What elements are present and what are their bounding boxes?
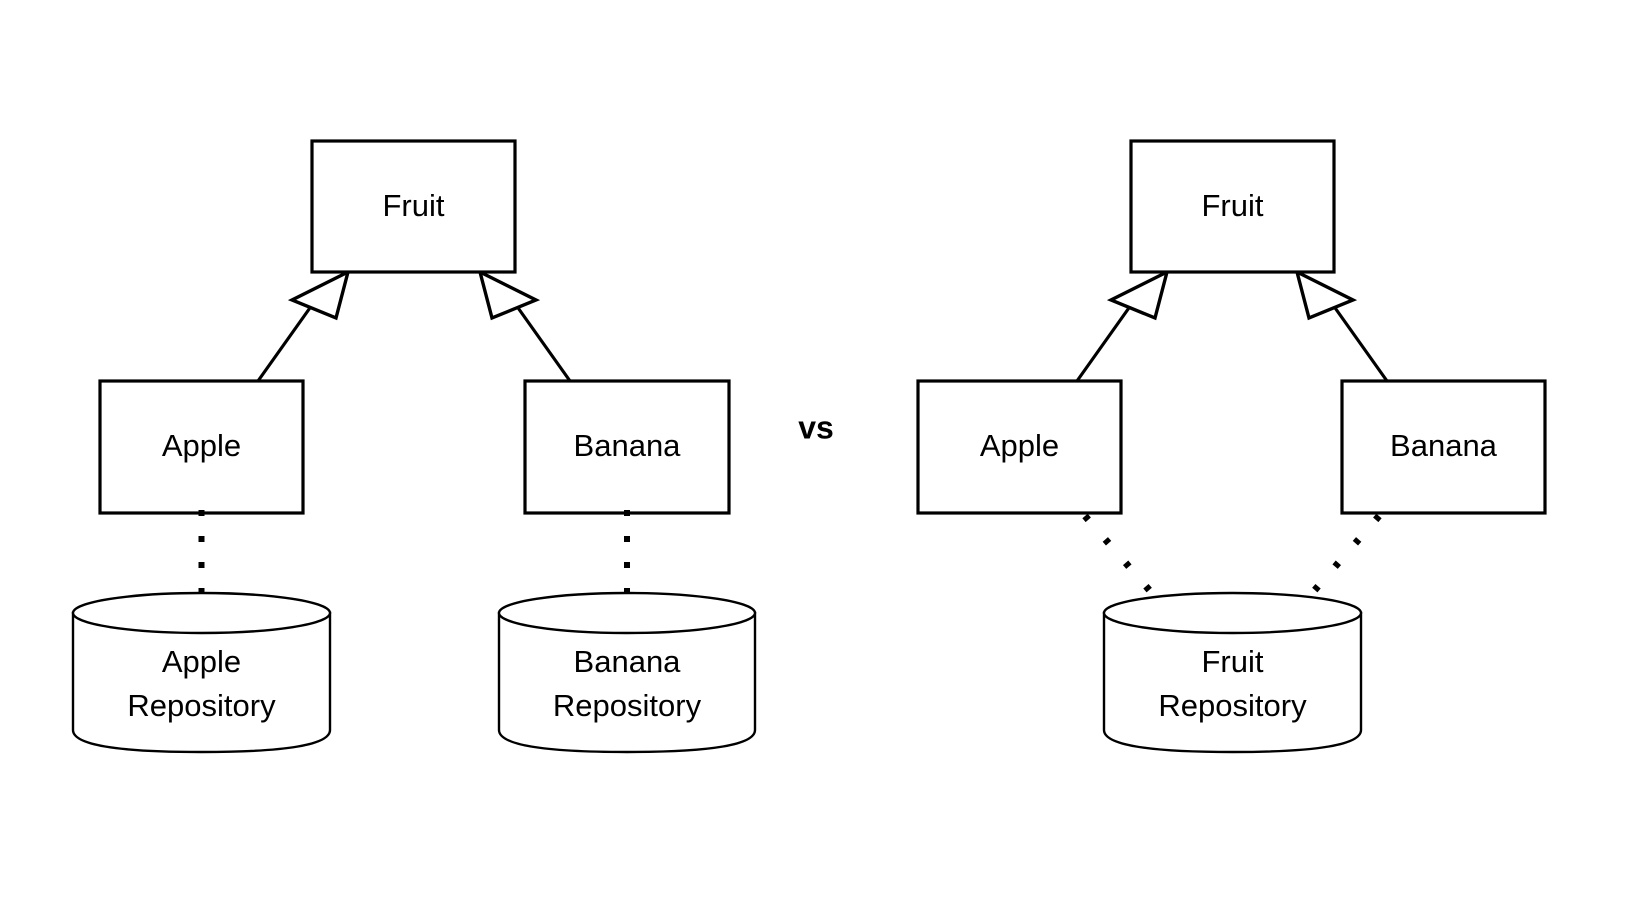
left-cylinder-top-banana [497, 591, 757, 635]
right-diagram-group: Fruit Apple Banana Fruit Repository [916, 139, 1547, 754]
left-generalization-arrowhead-banana [477, 268, 541, 321]
uml-diagram: Fruit Apple Banana Apple Repository Bana… [71, 139, 1547, 754]
right-class-label-banana: Banana [1390, 428, 1498, 463]
left-generalization-line-banana [514, 304, 572, 382]
right-generalization-arrowhead-apple [1106, 268, 1170, 321]
right-generalization-arrowhead-banana [1294, 268, 1358, 321]
left-cylinder-top-apple [71, 591, 332, 635]
right-class-label-fruit: Fruit [1202, 188, 1264, 223]
left-repository-label-banana-line1: Banana [574, 644, 682, 679]
right-generalization-line-banana [1331, 304, 1389, 382]
left-repository-label-banana-line2: Repository [553, 688, 702, 723]
versus-separator-label: vs [798, 409, 834, 445]
left-generalization-arrowhead-apple [287, 268, 351, 321]
right-generalization-line-apple [1075, 304, 1133, 382]
right-dependency-line-apple [1082, 513, 1160, 602]
left-class-label-fruit: Fruit [383, 188, 445, 223]
left-repository-label-apple-line1: Apple [162, 644, 241, 679]
right-repository-label-fruit-line1: Fruit [1202, 644, 1264, 679]
diagram-canvas: Fruit Apple Banana Apple Repository Bana… [0, 0, 1636, 912]
left-repository-label-apple-line2: Repository [127, 688, 276, 723]
right-repository-label-fruit-line2: Repository [1158, 688, 1307, 723]
left-class-label-apple: Apple [162, 428, 241, 463]
right-class-label-apple: Apple [980, 428, 1059, 463]
right-dependency-line-banana [1304, 513, 1382, 602]
left-generalization-line-apple [256, 304, 314, 382]
left-class-label-banana: Banana [574, 428, 682, 463]
right-cylinder-top-fruit [1102, 591, 1363, 635]
left-diagram-group: Fruit Apple Banana Apple Repository Bana… [71, 139, 757, 754]
